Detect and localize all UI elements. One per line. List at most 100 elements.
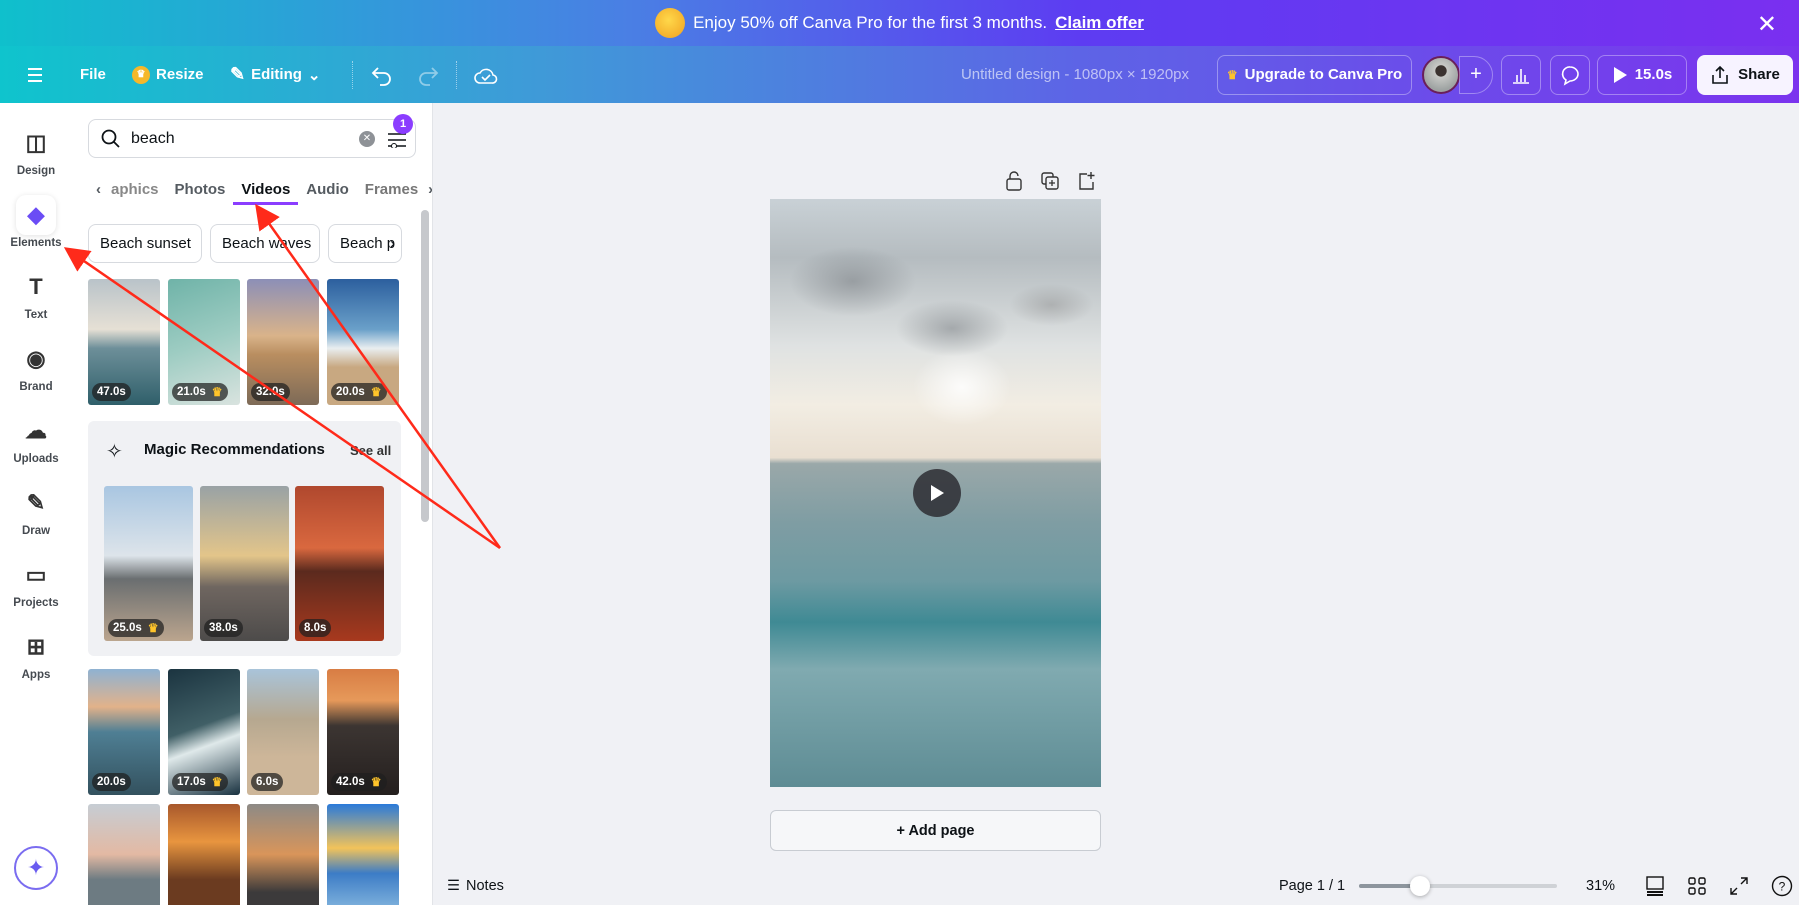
- chip-beach-sunset[interactable]: Beach sunset: [88, 224, 202, 263]
- rail-item-projects[interactable]: ▭ Projects: [0, 555, 72, 609]
- comment-button[interactable]: [1550, 54, 1590, 95]
- present-button[interactable]: 15.0s: [1597, 54, 1687, 95]
- tab-graphics[interactable]: aphics: [103, 175, 167, 205]
- add-page-icon[interactable]: [1077, 171, 1095, 191]
- play-video-button[interactable]: [913, 469, 961, 517]
- clear-search-icon[interactable]: ✕: [359, 130, 375, 147]
- crown-icon: ♛: [370, 775, 382, 789]
- video-thumbnail[interactable]: 8.0s: [295, 486, 384, 641]
- chip-beach-waves[interactable]: Beach waves: [210, 224, 320, 263]
- magic-recommendations: ✧ Magic Recommendations See all 25.0s ♛ 38…: [88, 421, 401, 656]
- menu-button[interactable]: [26, 46, 44, 103]
- editing-label: Editing: [251, 66, 302, 83]
- rail-item-apps[interactable]: ⊞ Apps: [0, 627, 72, 681]
- video-thumbnail[interactable]: 25.0s ♛: [104, 486, 193, 641]
- banner-text: Enjoy 50% off Canva Pro for the first 3 …: [693, 13, 1048, 32]
- pen-icon: ✎: [26, 490, 46, 515]
- video-thumbnail[interactable]: 20.0s ♛: [327, 279, 399, 405]
- zoom-level[interactable]: 31%: [1586, 878, 1615, 894]
- analytics-button[interactable]: [1501, 54, 1541, 95]
- video-thumbnail[interactable]: 32.0s: [247, 279, 319, 405]
- resize-button[interactable]: ♛ Resize: [132, 65, 204, 84]
- lock-icon[interactable]: [1005, 171, 1023, 191]
- search-input[interactable]: beach ✕ 1: [88, 114, 416, 158]
- share-button[interactable]: Share: [1697, 54, 1793, 95]
- design-title[interactable]: Untitled design - 1080px × 1920px: [961, 66, 1189, 83]
- redo-icon[interactable]: [416, 64, 440, 86]
- rail-item-design[interactable]: ◫ Design: [0, 123, 72, 177]
- layout-icon: ◫: [25, 130, 47, 155]
- tabs-prev-icon[interactable]: ‹: [94, 175, 103, 205]
- video-thumbnail[interactable]: [168, 804, 240, 905]
- rail-label: Design: [16, 165, 56, 177]
- undo-icon[interactable]: [370, 64, 394, 86]
- duration-label: 42.0s: [336, 776, 365, 788]
- video-thumbnail[interactable]: 47.0s: [88, 279, 160, 405]
- chip-beach-more[interactable]: Beach p ›: [328, 224, 402, 263]
- rail-label: Elements: [10, 237, 62, 249]
- cloud-saved-icon[interactable]: [473, 64, 499, 86]
- svg-text:?: ?: [1779, 880, 1786, 894]
- rail-label: Draw: [21, 525, 51, 537]
- file-button[interactable]: File: [80, 66, 106, 83]
- help-icon[interactable]: ?: [1771, 875, 1793, 897]
- duplicate-page-icon[interactable]: [1041, 171, 1059, 191]
- video-thumbnail[interactable]: 38.0s: [200, 486, 289, 641]
- tabs-next-icon[interactable]: ›: [426, 175, 432, 205]
- zoom-slider-handle[interactable]: [1410, 876, 1431, 896]
- rail-label: Text: [24, 309, 48, 321]
- see-all-link[interactable]: See all: [350, 443, 391, 458]
- rail-item-text[interactable]: T Text: [0, 267, 72, 321]
- tab-frames[interactable]: Frames: [357, 175, 426, 205]
- duration-label: 21.0s: [177, 386, 206, 398]
- design-canvas-video[interactable]: [770, 199, 1101, 787]
- fullscreen-icon[interactable]: [1729, 876, 1749, 896]
- sparkle-icon: ✦: [26, 855, 46, 880]
- zoom-slider[interactable]: [1359, 876, 1557, 896]
- cloud-upload-icon: ☁: [25, 418, 47, 443]
- crown-icon: ♛: [147, 621, 159, 635]
- emoji-icon: [655, 8, 686, 38]
- duration-badge: 38.0s: [204, 619, 243, 637]
- duration-badge: 6.0s: [251, 773, 284, 791]
- add-page-button[interactable]: + Add page: [770, 810, 1101, 851]
- page-view-icon[interactable]: [1645, 876, 1665, 896]
- text-icon: T: [29, 274, 43, 299]
- rail-label: Uploads: [13, 453, 59, 465]
- claim-offer-link[interactable]: Claim offer: [1055, 13, 1144, 33]
- video-thumbnail[interactable]: [247, 804, 319, 905]
- grid-view-icon[interactable]: [1687, 876, 1707, 896]
- duration-badge: 20.0s ♛: [331, 383, 387, 401]
- duration-badge: 32.0s: [251, 383, 290, 401]
- video-thumbnail[interactable]: 42.0s ♛: [327, 669, 399, 795]
- video-thumbnail[interactable]: 21.0s ♛: [168, 279, 240, 405]
- rail-item-brand[interactable]: ◉ Brand: [0, 339, 72, 393]
- promo-banner: Enjoy 50% off Canva Pro for the first 3 …: [0, 0, 1799, 46]
- tab-audio[interactable]: Audio: [298, 175, 357, 205]
- video-thumbnail[interactable]: 17.0s ♛: [168, 669, 240, 795]
- duration-label: 17.0s: [177, 776, 206, 788]
- upgrade-button[interactable]: ♛ Upgrade to Canva Pro: [1217, 54, 1412, 95]
- add-collaborator-button[interactable]: +: [1459, 55, 1493, 94]
- editing-dropdown[interactable]: ✎ Editing ⌄: [230, 64, 321, 85]
- duration-label: 32.0s: [256, 386, 285, 398]
- close-icon[interactable]: ✕: [1757, 10, 1777, 39]
- rail-label: Apps: [21, 669, 51, 681]
- video-thumbnail[interactable]: [327, 804, 399, 905]
- notes-button[interactable]: ☰ Notes: [447, 872, 504, 900]
- panel-scrollbar[interactable]: [421, 210, 429, 522]
- tab-photos[interactable]: Photos: [167, 175, 234, 205]
- avatar[interactable]: [1422, 55, 1460, 94]
- duration-badge: 21.0s ♛: [172, 383, 228, 401]
- search-value: beach: [131, 129, 175, 147]
- video-thumbnail[interactable]: 20.0s: [88, 669, 160, 795]
- magic-button[interactable]: ✦: [14, 846, 58, 890]
- rail-item-uploads[interactable]: ☁ Uploads: [0, 411, 72, 465]
- rail-item-elements[interactable]: ◆ Elements: [0, 195, 72, 249]
- rail-item-draw[interactable]: ✎ Draw: [0, 483, 72, 537]
- tab-videos[interactable]: Videos: [233, 175, 299, 205]
- duration-label: 47.0s: [97, 386, 126, 398]
- video-thumbnail[interactable]: [88, 804, 160, 905]
- video-thumbnail[interactable]: 6.0s: [247, 669, 319, 795]
- page-indicator[interactable]: Page 1 / 1: [1279, 878, 1345, 894]
